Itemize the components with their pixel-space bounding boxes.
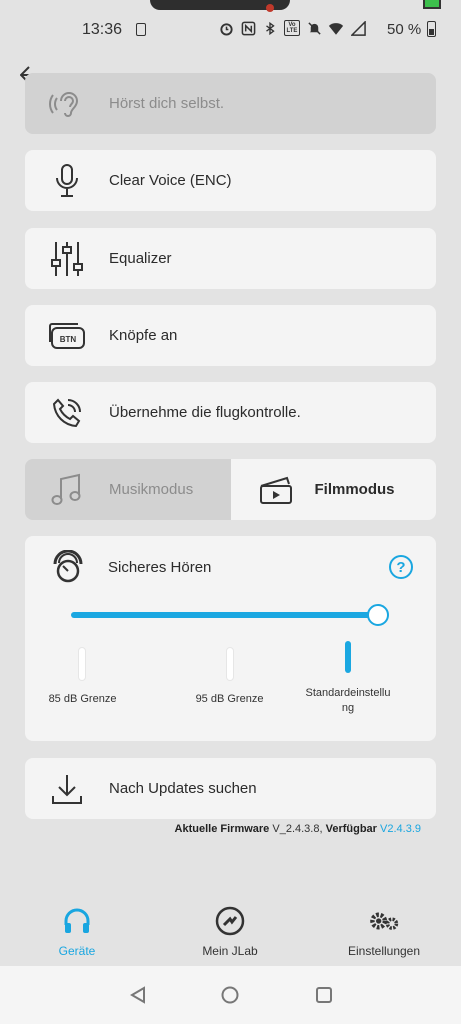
square-recents-icon — [316, 987, 332, 1003]
phone-call-icon — [52, 398, 81, 427]
system-home-button[interactable] — [220, 985, 240, 1005]
flight-control-row[interactable]: Übernehme die flugkontrolle. — [25, 382, 436, 443]
nav-mylab-label: Mein JLab — [202, 944, 258, 958]
btn-icon: BTN — [49, 322, 85, 349]
safe-hearing-title: Sicheres Hören — [108, 559, 212, 576]
nav-settings[interactable]: Einstellungen — [324, 905, 444, 958]
bottom-navigation: Geräte Mein JLab Einstellungen — [0, 905, 461, 965]
system-navigation-bar — [0, 966, 461, 1024]
hear-yourself-label: Hörst dich selbst. — [109, 95, 225, 112]
level-label-default: Standardeinstellu ng — [305, 687, 391, 714]
circle-home-icon — [221, 986, 239, 1004]
hear-yourself-row[interactable]: Hörst dich selbst. — [25, 73, 436, 134]
clear-voice-label: Clear Voice (ENC) — [109, 172, 232, 189]
film-mode-button[interactable]: Filmmodus — [230, 459, 436, 520]
equalizer-icon — [51, 241, 83, 276]
triangle-back-icon — [130, 986, 145, 1004]
nav-mylab[interactable]: Mein JLab — [170, 905, 290, 958]
equalizer-label: Equalizer — [109, 250, 172, 267]
device-graphic — [423, 0, 441, 9]
firmware-info: Aktuelle Firmware V_2.4.3.8, Verfügbar V… — [174, 823, 421, 835]
level-label-85: 85 dB Grenze — [48, 693, 117, 705]
clapperboard-icon — [259, 476, 292, 504]
status-icons: Vo LTE — [218, 20, 366, 36]
wifi-icon — [328, 20, 344, 36]
buttons-row[interactable]: BTN Knöpfe an — [25, 305, 436, 366]
level-tick-95[interactable] — [227, 648, 233, 680]
current-firmware-label: Aktuelle Firmware — [174, 823, 270, 835]
volte-icon: Vo LTE — [284, 20, 300, 36]
ear-icon — [49, 91, 79, 117]
svg-text:BTN: BTN — [60, 335, 77, 344]
current-firmware-version: V_2.4.3.8 — [272, 823, 320, 835]
mode-toggle: Musikmodus Filmmodus — [25, 459, 436, 520]
level-tick-85[interactable] — [79, 648, 85, 680]
available-firmware-version[interactable]: V2.4.3.9 — [380, 823, 421, 835]
system-recents-button[interactable] — [314, 985, 334, 1005]
clock: 13:36 — [82, 21, 123, 38]
mute-icon — [306, 20, 322, 36]
music-mode-button[interactable]: Musikmodus — [25, 459, 231, 520]
flight-control-label: Übernehme die flugkontrolle. — [109, 404, 301, 421]
level-label-95: 95 dB Grenze — [195, 693, 264, 705]
microphone-icon — [56, 163, 78, 197]
alarm-icon — [218, 20, 234, 36]
nav-settings-label: Einstellungen — [347, 944, 421, 958]
level-tick-default[interactable] — [345, 641, 351, 673]
download-icon — [52, 774, 82, 804]
music-mode-label: Musikmodus — [109, 481, 194, 498]
bluetooth-icon — [262, 20, 278, 36]
headphones-icon — [64, 908, 90, 933]
buttons-label: Knöpfe an — [109, 327, 178, 344]
check-updates-row[interactable]: Nach Updates suchen — [25, 758, 436, 819]
volume-limit-slider-thumb[interactable] — [367, 604, 389, 626]
film-mode-label: Filmmodus — [314, 481, 395, 498]
volume-knob-icon — [53, 550, 83, 583]
equalizer-row[interactable]: Equalizer — [25, 228, 436, 289]
status-bar: 13:36 Vo LTE 50 % — [0, 0, 461, 60]
nav-devices[interactable]: Geräte — [17, 905, 137, 958]
music-note-icon — [51, 473, 81, 505]
notification-icon — [136, 23, 146, 36]
battery-icon — [427, 21, 436, 37]
help-icon[interactable]: ? — [389, 555, 413, 579]
volume-limit-slider-track[interactable] — [71, 612, 378, 618]
jlab-logo-icon — [215, 906, 245, 936]
clear-voice-row[interactable]: Clear Voice (ENC) — [25, 150, 436, 211]
signal-icon — [350, 20, 366, 36]
gears-icon — [370, 912, 399, 930]
safe-hearing-card: Sicheres Hören ? 85 dB Grenze 95 dB Gren… — [25, 536, 436, 741]
system-back-button[interactable] — [128, 985, 148, 1005]
battery-percentage: 50 % — [387, 21, 422, 38]
nav-devices-label: Geräte — [58, 944, 96, 958]
cable-tip-graphic — [266, 4, 274, 12]
check-updates-label: Nach Updates suchen — [109, 780, 257, 797]
nfc-icon — [240, 20, 256, 36]
available-firmware-label: Verfügbar — [325, 823, 377, 835]
